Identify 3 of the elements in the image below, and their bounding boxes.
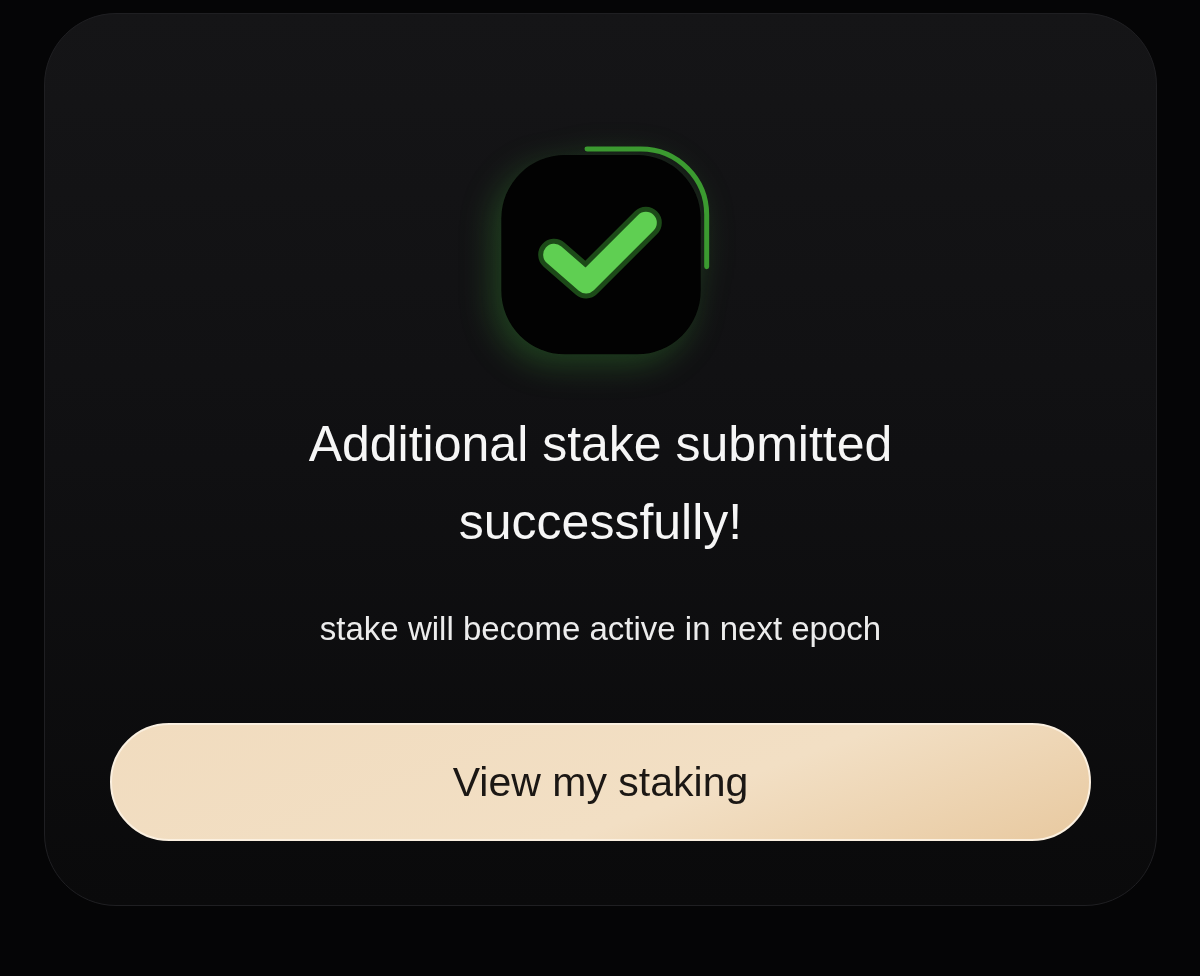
view-staking-button[interactable]: View my staking: [110, 723, 1091, 841]
dialog-message: stake will become active in next epoch: [319, 609, 882, 650]
dialog-title: Additional stake submitted successfully!: [307, 415, 894, 553]
